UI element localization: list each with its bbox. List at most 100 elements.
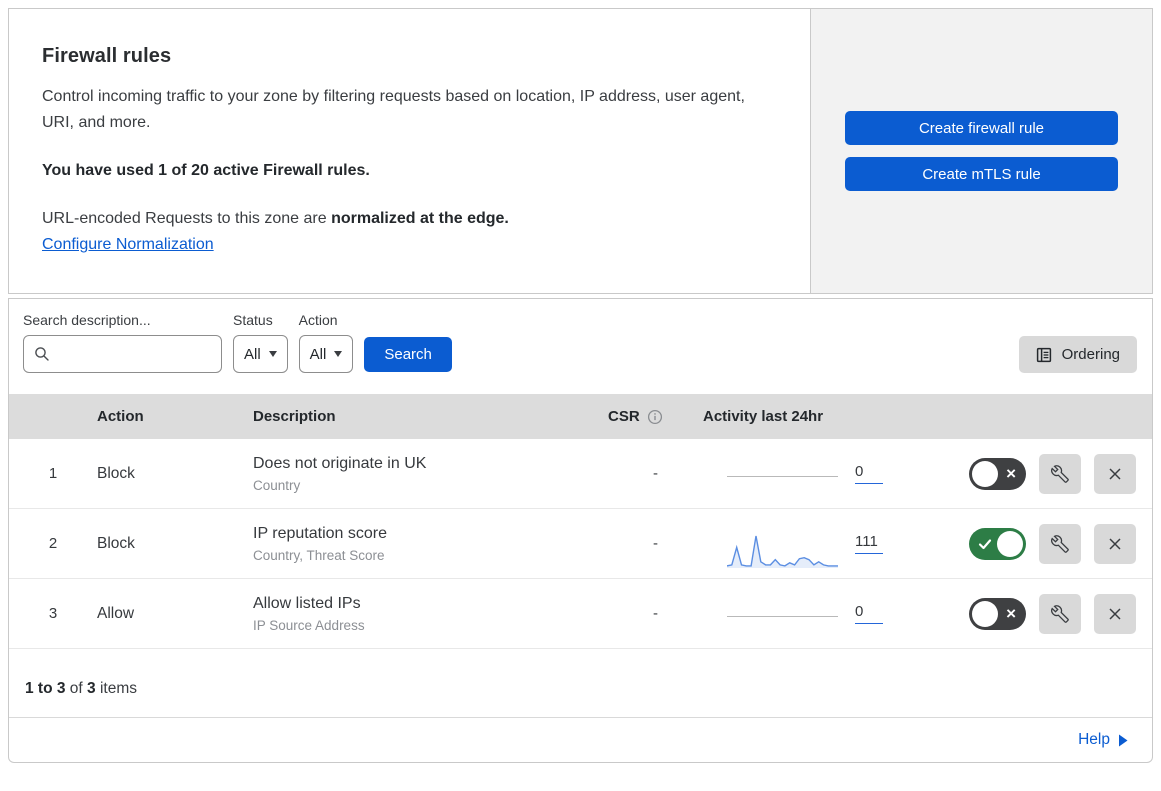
pagination-total: 3 — [87, 680, 96, 697]
delete-rule-button[interactable] — [1094, 593, 1136, 634]
help-link-label: Help — [1078, 731, 1110, 748]
activity-count-link[interactable]: 111 — [855, 533, 883, 554]
chevron-down-icon — [268, 351, 277, 357]
edit-rule-button[interactable] — [1039, 453, 1081, 494]
toggle-knob — [972, 600, 998, 627]
search-field: Search description... — [23, 312, 222, 373]
normalization-note-text: URL-encoded Requests to this zone are — [42, 210, 332, 227]
action-field: Action All — [298, 312, 354, 373]
help-arrow-icon — [1119, 734, 1128, 746]
rule-csr-value: - — [653, 535, 658, 552]
rule-fields: Country — [253, 477, 301, 493]
normalization-note-bold: normalized at the edge. — [331, 210, 509, 227]
rule-controls: × — [903, 453, 1152, 494]
rule-fields: Country, Threat Score — [253, 547, 385, 563]
status-field: Status All — [233, 312, 288, 373]
activity-count-link[interactable]: 0 — [855, 603, 883, 624]
action-select[interactable]: All — [298, 335, 354, 373]
table-header: Action Description CSR Activity last 24h… — [9, 394, 1152, 439]
help-link[interactable]: Help — [1078, 731, 1128, 749]
wrench-icon — [1051, 464, 1069, 483]
rule-action: Allow — [97, 604, 135, 622]
table-row: 2 Block IP reputation score Country, Thr… — [9, 509, 1152, 579]
chevron-down-icon — [334, 351, 343, 357]
create-firewall-rule-button[interactable]: Create firewall rule — [845, 111, 1118, 145]
rule-activity-cell: 0 — [703, 463, 903, 484]
configure-normalization-link[interactable]: Configure Normalization — [42, 236, 214, 253]
rule-controls: × — [903, 523, 1152, 564]
action-select-value: All — [309, 345, 327, 363]
close-icon — [1109, 537, 1121, 550]
edit-rule-button[interactable] — [1039, 523, 1081, 564]
rule-description: Allow listed IPs — [253, 594, 361, 612]
toggle-check-icon — [978, 538, 992, 549]
pagination-summary: 1 to 3 of 3 items — [9, 649, 1152, 718]
status-label: Status — [233, 312, 273, 328]
firewall-rules-page: Firewall rules Control incoming traffic … — [0, 0, 1161, 771]
action-label: Action — [298, 312, 338, 328]
rule-enable-toggle[interactable]: × — [969, 597, 1026, 630]
info-icon[interactable] — [647, 409, 663, 425]
search-input[interactable] — [58, 345, 211, 363]
toggle-knob — [997, 530, 1023, 557]
filter-bar: Search description... Status All Action — [9, 299, 1152, 394]
pagination-of: of — [69, 680, 83, 697]
rule-priority: 1 — [48, 465, 58, 482]
header-description: Description — [253, 408, 336, 425]
activity-count-link[interactable]: 0 — [855, 463, 883, 484]
rule-enable-toggle[interactable]: × — [969, 457, 1026, 490]
normalization-note: URL-encoded Requests to this zone are no… — [42, 210, 770, 228]
usage-summary: You have used 1 of 20 active Firewall ru… — [42, 162, 370, 179]
ordering-button[interactable]: Ordering — [1018, 336, 1137, 373]
close-icon — [1109, 607, 1121, 620]
status-select[interactable]: All — [233, 335, 288, 373]
toggle-knob — [972, 460, 998, 487]
activity-sparkline — [726, 531, 838, 569]
rule-fields: IP Source Address — [253, 617, 365, 633]
rule-priority: 3 — [48, 605, 58, 622]
page-description: Control incoming traffic to your zone by… — [42, 88, 745, 131]
search-icon — [35, 347, 49, 361]
rule-description: Does not originate in UK — [253, 454, 427, 472]
rule-description-cell: IP reputation score Country, Threat Scor… — [253, 525, 608, 563]
rule-description-cell: Does not originate in UK Country — [253, 455, 608, 493]
search-label: Search description... — [23, 312, 151, 328]
rule-action: Block — [97, 534, 135, 552]
search-button[interactable]: Search — [364, 337, 452, 372]
page-title: Firewall rules — [42, 45, 172, 67]
rule-priority: 2 — [48, 535, 58, 552]
header-csr-label: CSR — [608, 408, 640, 425]
rule-activity-cell: 0 — [703, 603, 903, 624]
create-mtls-rule-button[interactable]: Create mTLS rule — [845, 157, 1118, 191]
help-row: Help — [9, 718, 1152, 762]
delete-rule-button[interactable] — [1094, 523, 1136, 564]
activity-sparkline — [727, 616, 838, 617]
status-select-value: All — [244, 345, 261, 363]
header-action: Action — [97, 408, 144, 425]
edit-rule-button[interactable] — [1039, 593, 1081, 634]
rule-controls: × — [903, 593, 1152, 634]
rule-activity-cell: 111 — [703, 525, 903, 568]
pagination-range: 1 to 3 — [25, 680, 66, 697]
rule-csr-value: - — [653, 465, 658, 482]
toggle-x-icon: × — [1006, 463, 1016, 483]
close-icon — [1109, 467, 1121, 480]
table-row: 3 Allow Allow listed IPs IP Source Addre… — [9, 579, 1152, 649]
toggle-x-icon: × — [1006, 603, 1016, 623]
search-input-wrapper — [23, 335, 222, 373]
ordering-button-label: Ordering — [1061, 346, 1120, 363]
firewall-overview-card: Firewall rules Control incoming traffic … — [8, 8, 1153, 294]
rule-description-cell: Allow listed IPs IP Source Address — [253, 595, 608, 633]
rule-description: IP reputation score — [253, 524, 388, 542]
rules-table-card: Search description... Status All Action — [8, 298, 1153, 763]
pagination-items: items — [99, 680, 138, 697]
wrench-icon — [1051, 534, 1069, 553]
ordering-icon — [1036, 347, 1051, 362]
rule-enable-toggle[interactable]: × — [969, 527, 1026, 560]
overview-text-panel: Firewall rules Control incoming traffic … — [9, 9, 810, 293]
header-activity: Activity last 24hr — [703, 408, 824, 425]
delete-rule-button[interactable] — [1094, 453, 1136, 494]
table-row: 1 Block Does not originate in UK Country… — [9, 439, 1152, 509]
activity-sparkline — [727, 476, 838, 477]
rule-csr-value: - — [653, 605, 658, 622]
